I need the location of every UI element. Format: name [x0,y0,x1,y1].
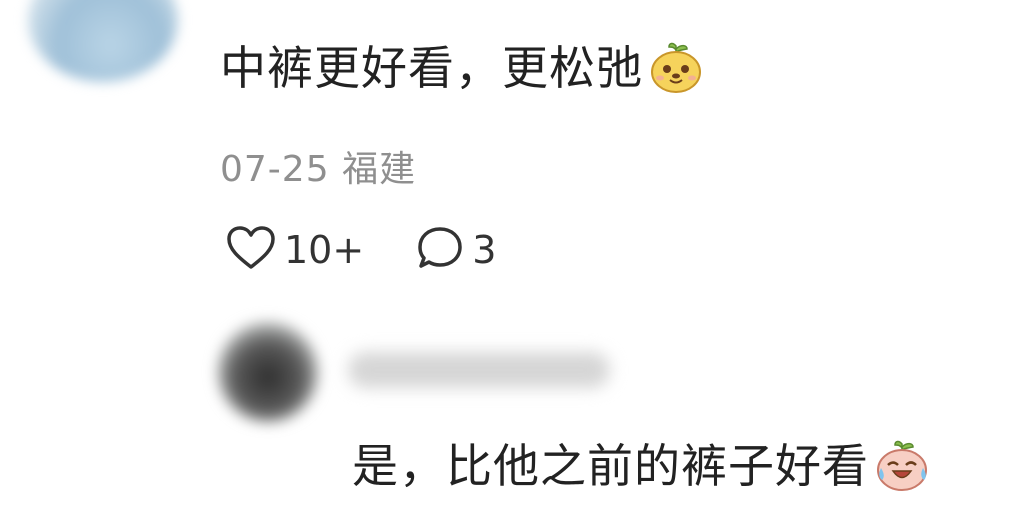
reply-body: 是，比他之前的裤子好看 [352,438,931,496]
heart-icon [226,225,276,275]
reply-count: 3 [472,228,497,272]
comment-text: 中裤更好看，更松弛 [220,41,643,95]
reply-username-blurred [348,352,610,388]
comment-body: 中裤更好看，更松弛 [220,40,705,98]
reply-text: 是，比他之前的裤子好看 [352,439,869,493]
comment-actions: 10+ 3 [226,222,496,278]
reply-button[interactable]: 3 [416,225,496,275]
speech-bubble-icon [416,225,464,275]
reply-avatar[interactable] [218,322,318,422]
comment-date: 07-25 [220,149,330,190]
crying-laughing-pear-emoji-icon [873,440,931,492]
comment-location: 福建 [342,149,417,190]
like-button[interactable]: 10+ [226,225,364,275]
comment-meta: 07-25 福建 [220,140,416,192]
like-count: 10+ [284,228,365,272]
commenter-avatar[interactable] [28,0,178,82]
smiling-pear-emoji-icon [647,42,705,94]
